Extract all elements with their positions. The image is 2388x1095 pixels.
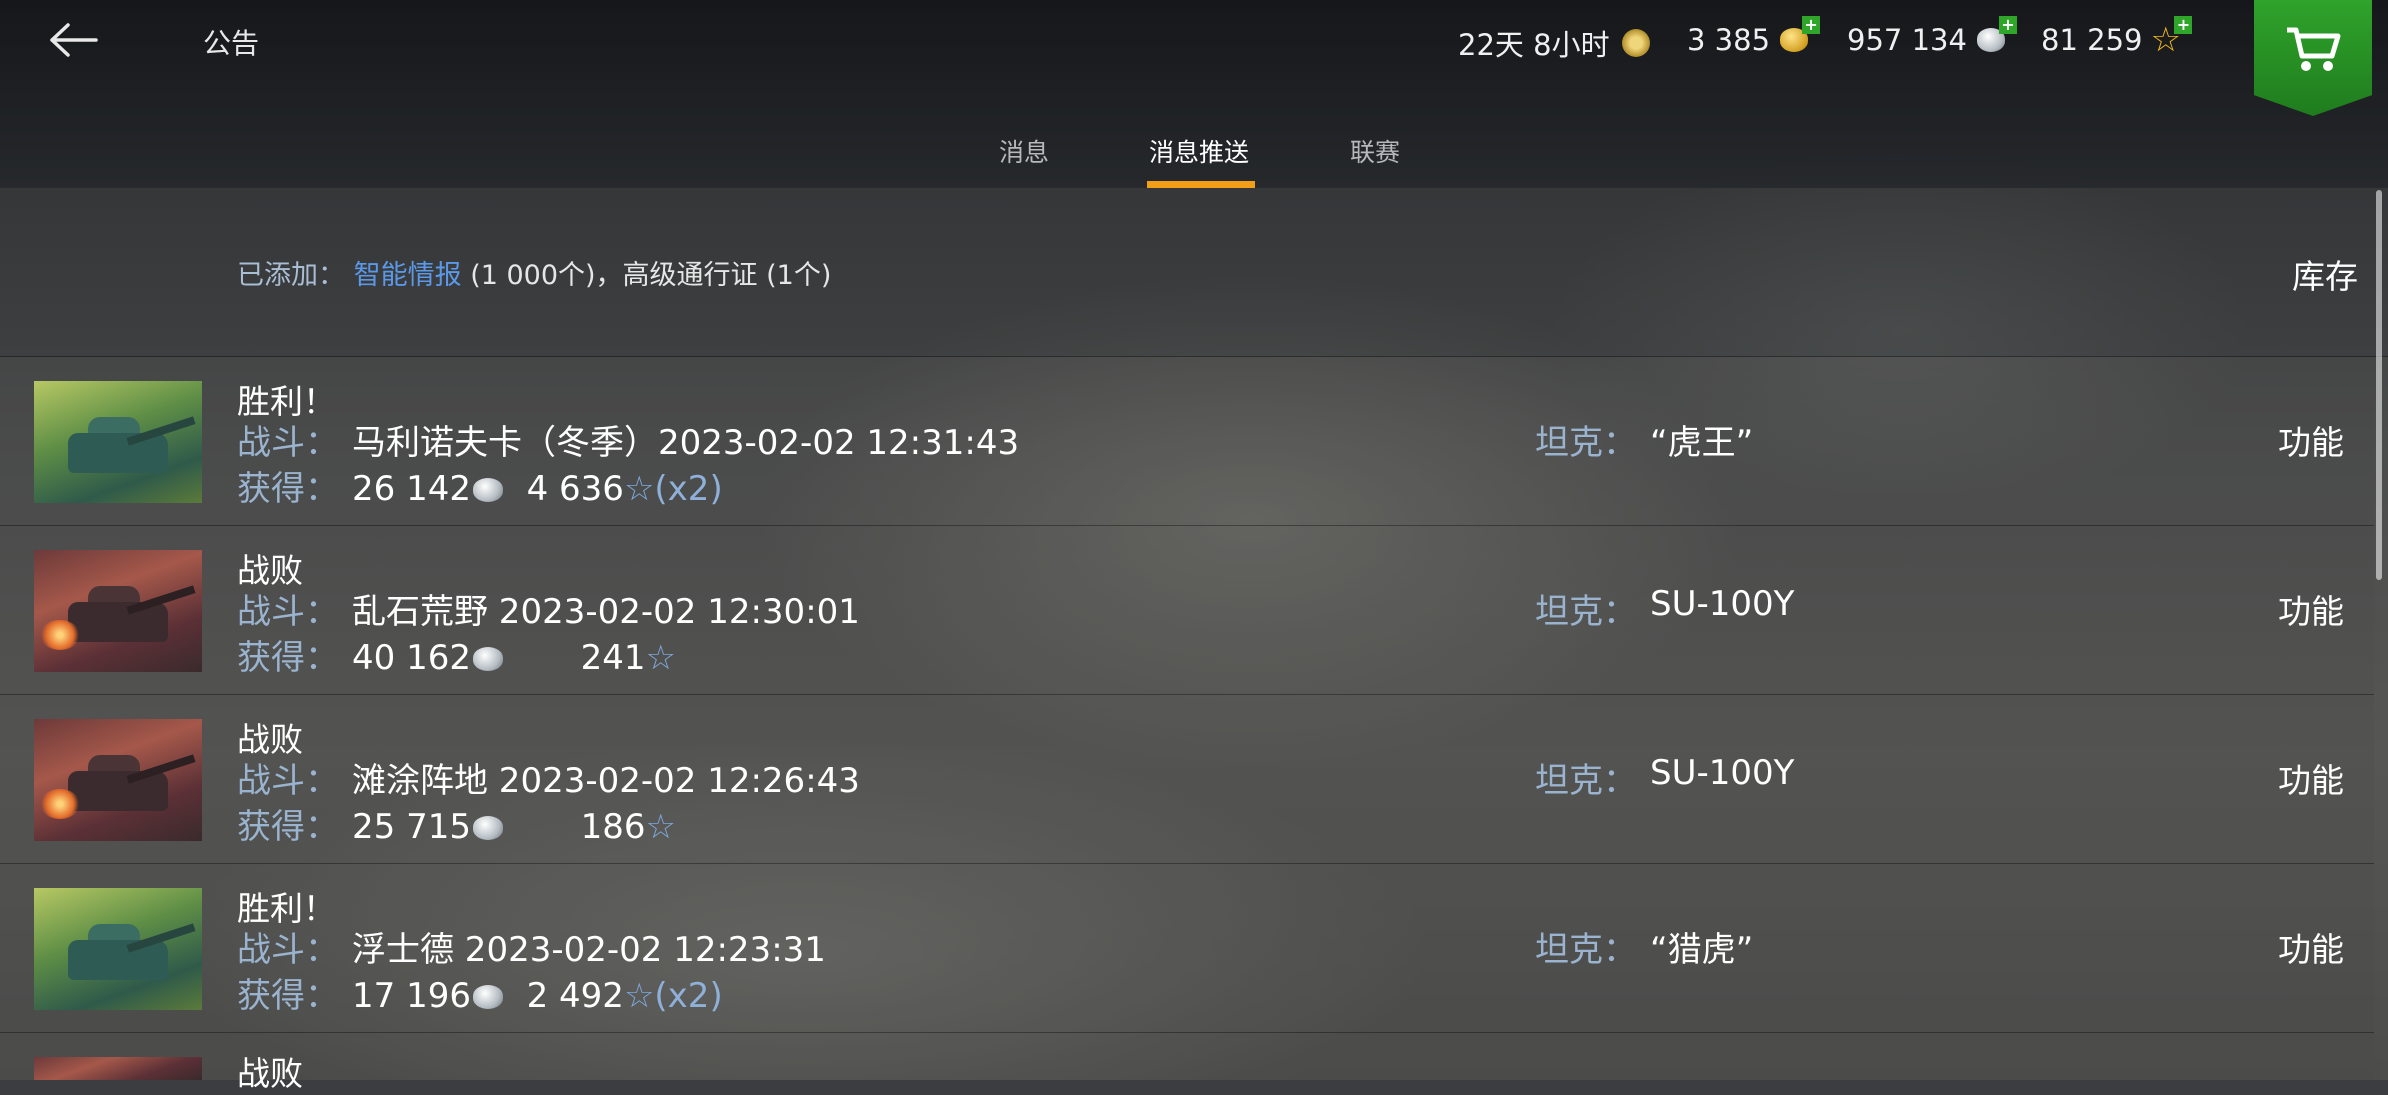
battle-result: 战败 — [237, 1054, 303, 1093]
silver-coin-icon — [472, 478, 503, 502]
gold-balance[interactable]: 3 385 + — [1687, 16, 1821, 58]
list-item[interactable]: 战败 战斗： 滩涂阵地 2023-02-02 12:26:43 获得： 25 715… — [0, 695, 2374, 864]
credits-amount: 957 134 — [1847, 23, 1967, 57]
premium-laurel-icon — [1618, 25, 1654, 61]
battle-line: 战斗： 马利诺夫卡（冬季）2023-02-02 12:31:43 — [237, 415, 1019, 464]
list-item[interactable]: 胜利！ 战斗： 马利诺夫卡（冬季）2023-02-02 12:31:43 获得： 2… — [0, 357, 2374, 526]
premium-time-text: 22天 8小时 — [1458, 28, 1610, 62]
star-icon: ☆ — [645, 807, 677, 847]
function-button[interactable]: 功能 — [2278, 923, 2344, 971]
silver-coin-icon — [472, 647, 503, 671]
earned-line: 获得： 26 142 4 636☆(x2) — [237, 461, 723, 510]
xp-multiplier: (x2) — [654, 469, 723, 509]
battle-key: 战斗： — [237, 592, 339, 632]
tab-push-messages[interactable]: 消息推送 — [1149, 133, 1249, 169]
battle-line: 战斗： 乱石荒野 2023-02-02 12:30:01 — [237, 584, 860, 633]
tank-key: 坦克： — [1535, 592, 1637, 632]
battle-info: 乱石荒野 2023-02-02 12:30:01 — [352, 592, 860, 632]
earned-key: 获得： — [237, 638, 339, 678]
tank-key: 坦克： — [1535, 423, 1637, 463]
gold-amount: 3 385 — [1687, 23, 1771, 57]
top-bar: 公告 22天 8小时 3 385 + 957 134 + 81 259 ☆ + 消… — [0, 0, 2388, 188]
battle-line: 战斗： 浮士德 2023-02-02 12:23:31 — [237, 922, 826, 971]
earned-xp: 241 — [580, 638, 646, 678]
battle-thumbnail — [34, 1057, 202, 1080]
battle-key: 战斗： — [237, 930, 339, 970]
earned-xp: 4 636 — [526, 469, 624, 509]
silver-coin-icon — [472, 985, 503, 1009]
earned-line: 获得： 17 196 2 492☆(x2) — [237, 968, 723, 1017]
function-button[interactable]: 功能 — [2278, 754, 2344, 802]
scrollbar[interactable] — [2376, 190, 2382, 580]
tank-name: “猎虎” — [1650, 930, 1754, 970]
function-button[interactable]: 功能 — [2278, 416, 2344, 464]
gold-coin-icon: + — [1778, 16, 1821, 58]
earned-key: 获得： — [237, 807, 339, 847]
free-xp-balance[interactable]: 81 259 ☆ + — [2041, 16, 2193, 58]
inventory-button[interactable]: 库存 — [2292, 250, 2358, 298]
xp-multiplier: (x2) — [654, 976, 723, 1016]
tank-name: “虎王” — [1650, 423, 1754, 463]
back-button[interactable] — [48, 20, 100, 60]
star-icon: ☆ — [623, 469, 655, 509]
free-xp-amount: 81 259 — [2041, 23, 2143, 57]
battle-info: 滩涂阵地 2023-02-02 12:26:43 — [352, 761, 860, 801]
battle-info: 浮士德 2023-02-02 12:23:31 — [352, 930, 826, 970]
tank-name: SU-100Y — [1650, 753, 1795, 793]
added-label: 已添加： — [237, 260, 345, 291]
premium-timer[interactable]: 22天 8小时 — [1458, 22, 1654, 64]
earned-credits: 40 162 — [352, 638, 471, 678]
battle-key: 战斗： — [237, 761, 339, 801]
tank-key: 坦克： — [1535, 761, 1637, 801]
page-title: 公告 — [203, 27, 260, 60]
tank-name: SU-100Y — [1650, 584, 1795, 624]
battle-thumbnail — [34, 888, 202, 1010]
credits-balance[interactable]: 957 134 + — [1847, 16, 2017, 58]
battle-thumbnail — [34, 381, 202, 503]
list-item[interactable]: 战败 — [0, 1033, 2374, 1093]
earned-key: 获得： — [237, 469, 339, 509]
star-icon: ☆ — [645, 638, 677, 678]
earned-key: 获得： — [237, 976, 339, 1016]
earned-credits: 26 142 — [352, 469, 471, 509]
silver-coin-icon: + — [1975, 16, 2017, 58]
shopping-cart-icon — [2287, 27, 2341, 71]
earned-line: 获得： 40 162 241☆ — [237, 630, 676, 679]
add-gold-icon[interactable]: + — [1802, 16, 1821, 34]
tab-messages[interactable]: 消息 — [999, 133, 1049, 169]
earned-credits: 17 196 — [352, 976, 471, 1016]
star-icon: ☆ + — [2150, 16, 2193, 58]
earned-line: 获得： 25 715 186☆ — [237, 799, 676, 848]
list-item[interactable]: 胜利！ 战斗： 浮士德 2023-02-02 12:23:31 获得： 17 196… — [0, 864, 2374, 1033]
battle-info: 马利诺夫卡（冬季）2023-02-02 12:31:43 — [352, 423, 1020, 463]
added-items-rest: (1 000个)，高级通行证 (1个) — [470, 260, 832, 291]
back-arrow-icon — [50, 23, 98, 57]
silver-coin-icon — [472, 816, 503, 840]
battle-thumbnail — [34, 550, 202, 672]
battle-line: 战斗： 滩涂阵地 2023-02-02 12:26:43 — [237, 753, 860, 802]
battle-key: 战斗： — [237, 423, 339, 463]
function-button[interactable]: 功能 — [2278, 585, 2344, 633]
battle-thumbnail — [34, 719, 202, 841]
star-icon: ☆ — [623, 976, 655, 1016]
add-credits-icon[interactable]: + — [1998, 16, 2017, 34]
tank-key: 坦克： — [1535, 930, 1637, 970]
earned-xp: 2 492 — [526, 976, 624, 1016]
tab-league[interactable]: 联赛 — [1350, 133, 1400, 169]
smart-intel-link[interactable]: 智能情报 — [354, 260, 462, 291]
active-tab-indicator — [1147, 181, 1255, 188]
shop-button[interactable] — [2254, 0, 2372, 116]
list-item[interactable]: 战败 战斗： 乱石荒野 2023-02-02 12:30:01 获得： 40 162… — [0, 526, 2374, 695]
earned-credits: 25 715 — [352, 807, 471, 847]
added-items-text: 已添加： 智能情报 (1 000个)，高级通行证 (1个) — [237, 253, 831, 292]
earned-xp: 186 — [580, 807, 646, 847]
add-xp-icon[interactable]: + — [2174, 16, 2193, 34]
